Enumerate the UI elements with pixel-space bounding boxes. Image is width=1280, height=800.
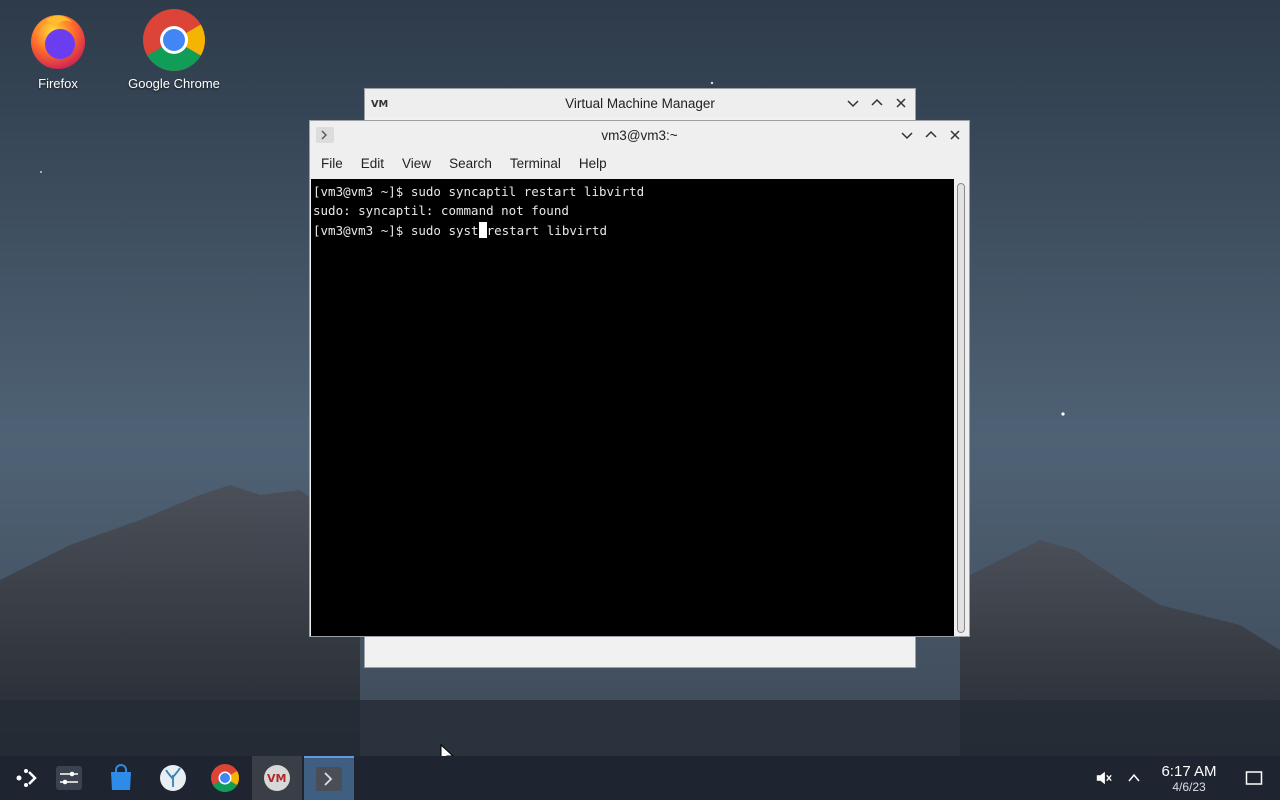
text-cursor	[478, 221, 487, 238]
terminal-line: sudo: syncaptil: command not found	[313, 203, 569, 219]
maximize-button[interactable]	[921, 125, 941, 145]
chevron-up-icon	[1128, 773, 1140, 782]
taskbar-google-chrome[interactable]	[200, 756, 250, 800]
firefox-icon	[31, 15, 85, 69]
chrome-icon	[211, 764, 239, 792]
menu-edit[interactable]: Edit	[352, 150, 393, 178]
close-icon	[896, 98, 906, 108]
menu-help[interactable]: Help	[570, 150, 616, 178]
window-title: Virtual Machine Manager	[565, 95, 715, 111]
vm-icon: VM	[264, 765, 290, 791]
desktop-icon-label: Google Chrome	[128, 76, 220, 91]
desktop-icon-label: Firefox	[38, 76, 78, 91]
titlebar[interactable]: VM Virtual Machine Manager	[365, 89, 915, 117]
taskbar-flatpak-app[interactable]	[148, 756, 198, 800]
chevron-up-icon	[925, 130, 937, 138]
terminal-icon	[316, 127, 334, 143]
taskbar: VM 6:17 AM 4/6/23	[0, 756, 1280, 800]
show-desktop-icon	[1245, 771, 1263, 785]
close-button[interactable]	[891, 93, 911, 113]
menu-bar: File Edit View Search Terminal Help	[310, 150, 969, 178]
taskbar-discover-store[interactable]	[96, 756, 146, 800]
terminal-output[interactable]: [vm3@vm3 ~]$ sudo syncaptil restart libv…	[311, 179, 954, 636]
settings-icon	[56, 766, 82, 790]
terminal-icon	[316, 767, 342, 791]
clock-time: 6:17 AM	[1161, 763, 1217, 780]
close-icon	[950, 130, 960, 140]
command-remainder: restart libvirtd	[486, 222, 607, 238]
app-launcher-button[interactable]	[0, 756, 50, 800]
volume-button[interactable]	[1092, 756, 1116, 800]
svg-text:VM: VM	[267, 772, 286, 785]
chevron-up-icon	[871, 98, 883, 106]
volume-muted-icon	[1096, 771, 1112, 785]
system-tray-expand-button[interactable]	[1122, 756, 1146, 800]
taskbar-system-settings[interactable]	[44, 756, 94, 800]
terminal-line: [vm3@vm3 ~]$ sudo syncaptil restart libv…	[313, 184, 645, 199]
show-desktop-button[interactable]	[1242, 756, 1266, 800]
chrome-icon	[143, 9, 205, 71]
vm-icon: VM	[371, 99, 388, 110]
chevron-down-icon	[901, 132, 913, 140]
window-title: vm3@vm3:~	[601, 128, 678, 143]
taskbar-terminal[interactable]	[304, 756, 354, 800]
terminal-window[interactable]: vm3@vm3:~ File Edit View Search Terminal…	[309, 120, 970, 637]
svg-text:VM: VM	[371, 99, 388, 110]
desktop-icon-google-chrome[interactable]: Google Chrome	[119, 8, 229, 91]
coral-icon	[160, 765, 186, 791]
menu-search[interactable]: Search	[440, 150, 501, 178]
menu-terminal[interactable]: Terminal	[501, 150, 570, 178]
minimize-button[interactable]	[897, 125, 917, 145]
titlebar[interactable]: vm3@vm3:~	[310, 121, 969, 150]
chevron-down-icon	[847, 100, 859, 108]
minimize-button[interactable]	[843, 93, 863, 113]
app-launcher-icon	[16, 769, 37, 787]
desktop-icon-firefox[interactable]: Firefox	[3, 8, 113, 91]
menu-view[interactable]: View	[393, 150, 440, 178]
terminal-input-line[interactable]: [vm3@vm3 ~]$ sudo syst restart libvirtd	[313, 221, 952, 240]
prompt-text: [vm3@vm3 ~]$ sudo syst	[313, 222, 479, 238]
maximize-button[interactable]	[867, 93, 887, 113]
scrollbar[interactable]	[957, 183, 965, 633]
clock-date: 4/6/23	[1172, 780, 1206, 794]
menu-file[interactable]: File	[312, 150, 352, 178]
shopping-bag-icon	[111, 764, 131, 790]
taskbar-virt-manager[interactable]: VM	[252, 756, 302, 800]
close-button[interactable]	[945, 125, 965, 145]
clock[interactable]: 6:17 AM 4/6/23	[1152, 763, 1226, 795]
